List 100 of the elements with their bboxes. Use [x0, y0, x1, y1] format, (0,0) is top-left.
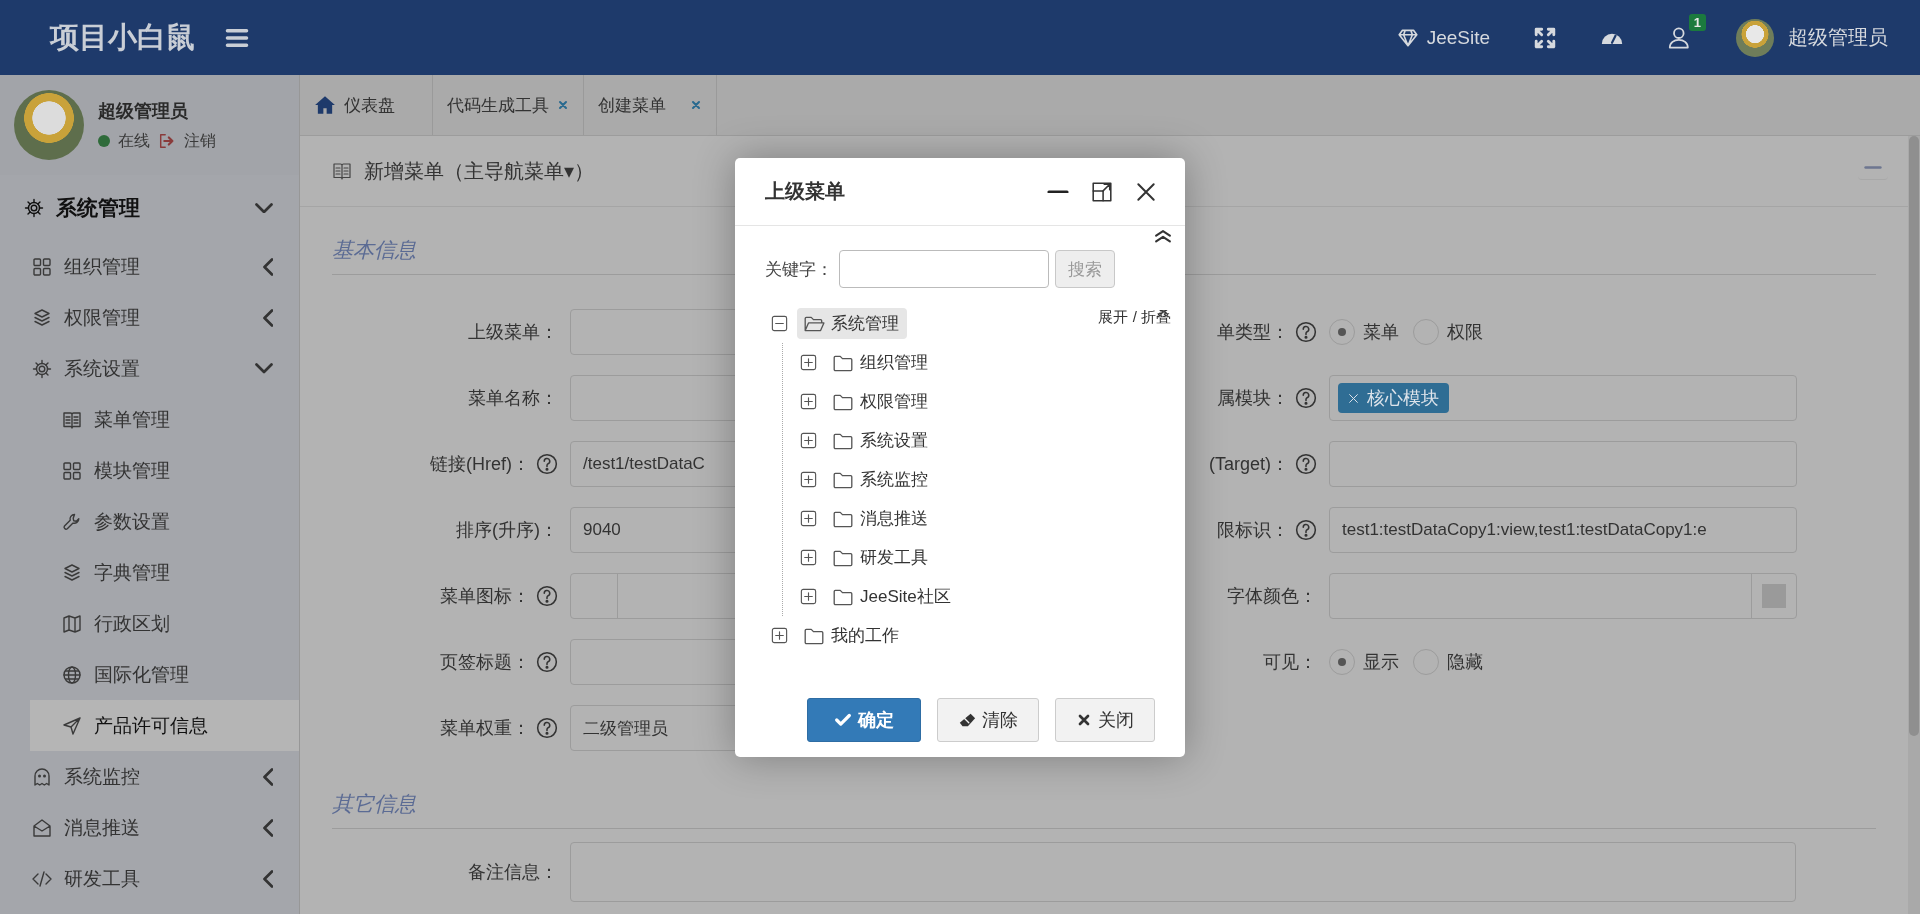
- expand-icon[interactable]: [799, 431, 818, 450]
- sidebar-menu-item[interactable]: 模块管理: [30, 445, 299, 496]
- help-icon: [536, 585, 558, 607]
- dialog-button[interactable]: 关闭: [1055, 698, 1155, 742]
- logout-icon: [158, 132, 176, 150]
- sidebar-menu-item[interactable]: 参数设置: [30, 496, 299, 547]
- wrench-icon: [62, 511, 82, 532]
- tree-node[interactable]: 系统设置: [826, 425, 936, 456]
- radio-option[interactable]: 菜单: [1329, 319, 1399, 345]
- radio-option[interactable]: 隐藏: [1413, 649, 1483, 675]
- app-logo-text: 项目小白鼠: [50, 19, 195, 55]
- expand-icon[interactable]: [799, 392, 818, 411]
- expand-icon[interactable]: [799, 353, 818, 372]
- expand-icon[interactable]: [799, 587, 818, 606]
- user-icon[interactable]: [1668, 25, 1692, 50]
- tag-select-field[interactable]: 核心模块: [1329, 375, 1797, 421]
- dialog-title: 上级菜单: [765, 179, 845, 204]
- field-label: 属模块：: [1217, 387, 1289, 410]
- field-label: 链接(Href)：: [430, 453, 530, 476]
- expand-icon[interactable]: [799, 509, 818, 528]
- field-label: 菜单图标：: [440, 585, 530, 608]
- tree-node[interactable]: 系统管理: [797, 308, 907, 339]
- radio-option[interactable]: 权限: [1413, 319, 1483, 345]
- field-label: 单类型：: [1217, 321, 1289, 344]
- avatar: [1736, 18, 1774, 57]
- check-icon: [834, 711, 852, 729]
- grid-icon: [32, 256, 52, 277]
- keyword-input[interactable]: [839, 250, 1049, 288]
- book-icon: [62, 409, 82, 430]
- expand-icon[interactable]: [799, 470, 818, 489]
- help-icon: [536, 651, 558, 673]
- scrollbar[interactable]: [1909, 136, 1919, 736]
- book-icon: [332, 161, 352, 181]
- brand-link[interactable]: JeeSite: [1396, 26, 1490, 49]
- expand-collapse-link[interactable]: 展开 / 折叠: [1098, 304, 1171, 655]
- minus-icon: [1864, 165, 1882, 170]
- help-icon: [1295, 519, 1317, 541]
- fullscreen-icon[interactable]: [1534, 26, 1556, 49]
- field-label: (Target)：: [1209, 453, 1289, 476]
- sidebar-menu-item[interactable]: 系统设置: [0, 343, 299, 394]
- tree-node[interactable]: 消息推送: [826, 503, 936, 534]
- module-tag[interactable]: 核心模块: [1338, 383, 1449, 413]
- field-label: 菜单名称：: [468, 387, 558, 410]
- ghost-icon: [32, 766, 52, 787]
- field-label: 备注信息：: [468, 861, 558, 884]
- tree-node[interactable]: 组织管理: [826, 347, 936, 378]
- tree-node[interactable]: JeeSite社区: [826, 581, 959, 612]
- field-label: 排序(升序)：: [456, 519, 558, 542]
- envelope-icon: [32, 817, 52, 838]
- expand-icon[interactable]: [770, 626, 789, 645]
- field-label: 菜单权重：: [440, 717, 530, 740]
- tree-node[interactable]: 我的工作: [797, 620, 907, 651]
- eraser-icon: [958, 711, 976, 729]
- page-tab[interactable]: 仪表盘: [300, 75, 433, 135]
- logout-link[interactable]: 注销: [184, 130, 216, 152]
- online-status-dot: [98, 135, 110, 147]
- sidebar-menu-item[interactable]: 字典管理: [30, 547, 299, 598]
- globe-icon: [62, 664, 82, 685]
- remove-icon[interactable]: [1348, 392, 1359, 404]
- sidebar-menu-item[interactable]: 系统监控: [0, 751, 299, 802]
- text-input[interactable]: test1:testDataCopy1:view,test1:testDataCopy1:e: [1329, 507, 1797, 553]
- dialog-button[interactable]: 清除: [937, 698, 1039, 742]
- maximize-icon[interactable]: [1091, 180, 1113, 203]
- section-heading: 其它信息: [332, 761, 1876, 829]
- dialog-button[interactable]: 确定: [807, 698, 921, 742]
- sidebar-menu-item[interactable]: 消息推送: [0, 802, 299, 853]
- sidebar-menu-item[interactable]: 组织管理: [0, 241, 299, 292]
- help-icon: [1295, 453, 1317, 475]
- sidebar-menu-item[interactable]: 国际化管理: [30, 649, 299, 700]
- double-chevron-up-icon[interactable]: [1155, 230, 1171, 243]
- field-label: 字体颜色：: [1227, 585, 1317, 608]
- gear-icon: [32, 358, 52, 379]
- diamond-icon: [1396, 26, 1419, 49]
- help-icon: [1295, 387, 1317, 409]
- tree-node[interactable]: 权限管理: [826, 386, 936, 417]
- sidebar-menu-item[interactable]: 系统管理: [0, 175, 299, 241]
- close-icon[interactable]: [1135, 180, 1157, 203]
- user-menu[interactable]: 超级管理员: [1736, 18, 1888, 57]
- sidebar-menu-item[interactable]: 权限管理: [0, 292, 299, 343]
- field-label: 页签标题：: [440, 651, 530, 674]
- help-icon: [536, 717, 558, 739]
- sidebar-menu-item[interactable]: 行政区划: [30, 598, 299, 649]
- home-icon: [314, 94, 336, 116]
- tree-node[interactable]: 系统监控: [826, 464, 936, 495]
- sidebar-menu-item[interactable]: 产品许可信息: [30, 700, 299, 751]
- sidebar-menu-item[interactable]: 菜单管理: [30, 394, 299, 445]
- radio-option[interactable]: 显示: [1329, 649, 1399, 675]
- page-tab[interactable]: 代码生成工具: [433, 75, 584, 135]
- sidebar-menu-item[interactable]: 研发工具: [0, 853, 299, 904]
- gear-icon: [24, 198, 44, 218]
- field-label: 可见：: [1263, 651, 1317, 674]
- expand-icon[interactable]: [799, 548, 818, 567]
- tree-node[interactable]: 研发工具: [826, 542, 936, 573]
- user-name: 超级管理员: [98, 99, 189, 123]
- page-tab[interactable]: 创建菜单: [584, 75, 717, 135]
- collapse-icon[interactable]: [770, 314, 789, 333]
- notification-badge: 1: [1688, 13, 1706, 31]
- minimize-icon[interactable]: [1047, 189, 1069, 194]
- color-input[interactable]: [1329, 573, 1797, 619]
- layers-icon: [32, 307, 52, 328]
